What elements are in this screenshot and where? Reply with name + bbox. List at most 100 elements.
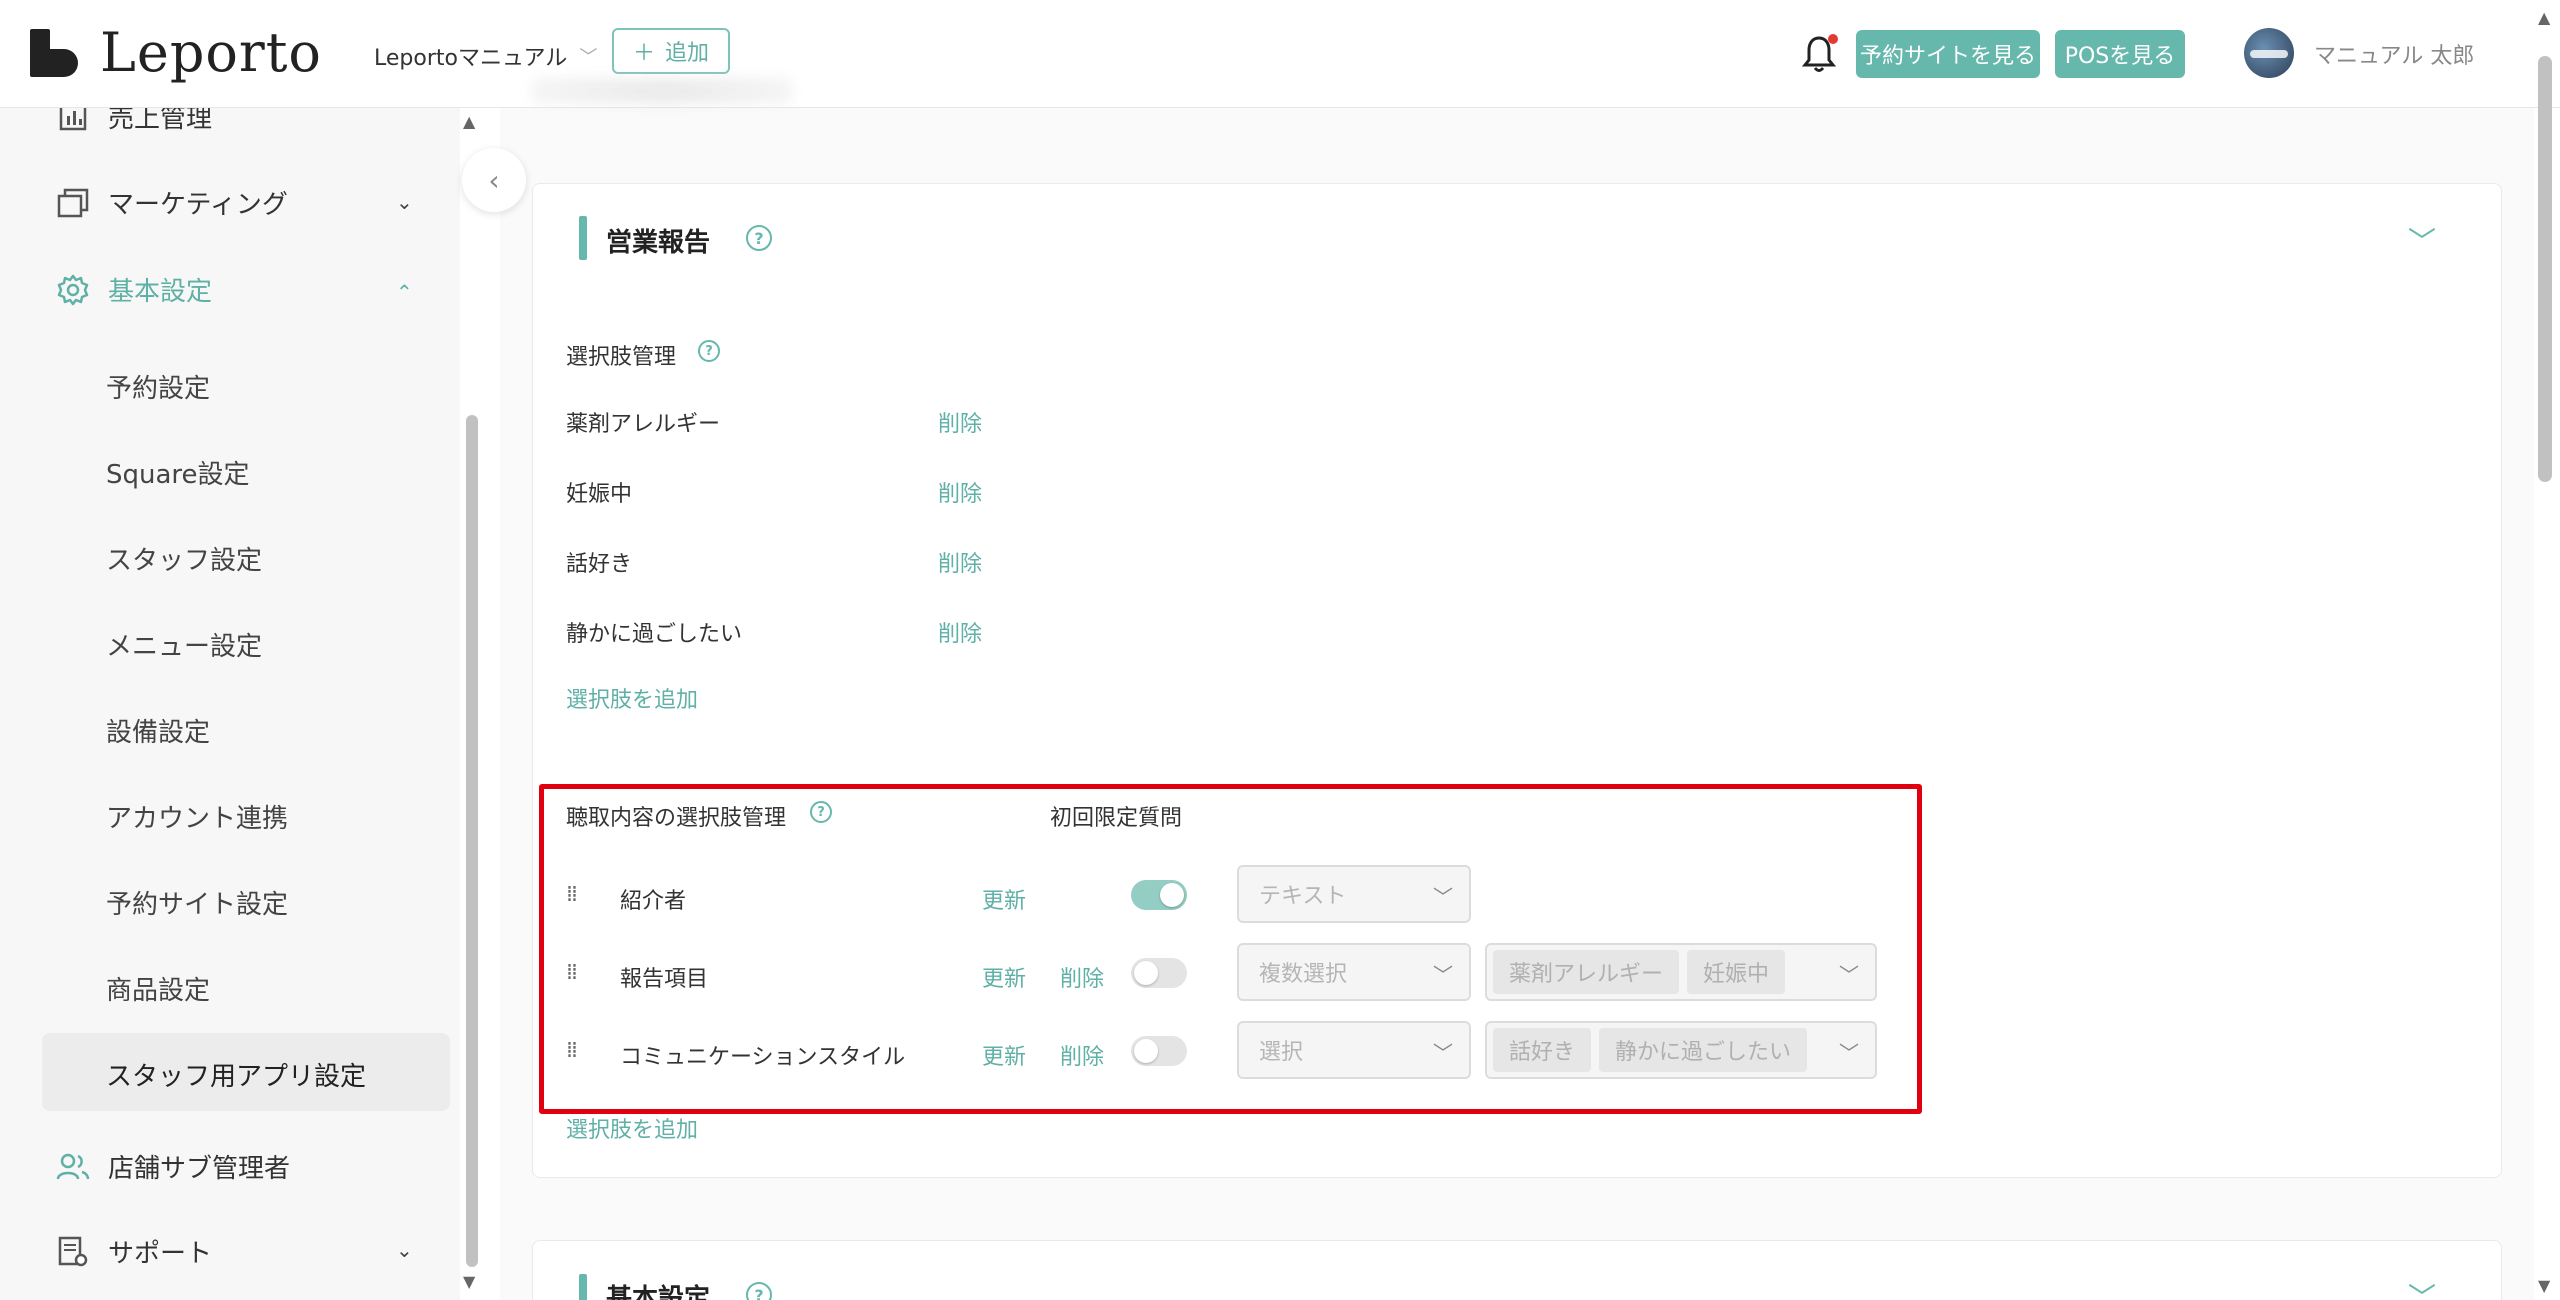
- store-name: Leportoマニュアル: [374, 46, 568, 71]
- question-type-select[interactable]: テキスト ﹀: [1237, 865, 1471, 923]
- scroll-down-arrow-icon[interactable]: ▼: [463, 1272, 475, 1291]
- chevron-down-icon: ﹀: [1839, 1041, 1859, 1065]
- sidebar-item-label: 基本設定: [108, 277, 213, 307]
- first-only-toggle[interactable]: [1131, 880, 1187, 910]
- delete-choice-link[interactable]: 削除: [938, 616, 982, 648]
- gear-icon: [56, 273, 90, 307]
- first-only-label: 初回限定質問: [1050, 806, 1183, 831]
- sidebar-sub-staff-app-settings[interactable]: スタッフ用アプリ設定: [106, 1056, 366, 1093]
- sidebar-item-sub-admins[interactable]: 店舗サブ管理者: [56, 1148, 290, 1185]
- users-icon: [56, 1150, 90, 1184]
- view-pos-button[interactable]: POSを見る: [2055, 30, 2185, 78]
- drag-handle-icon[interactable]: ⁞⁞: [566, 884, 578, 906]
- help-icon[interactable]: ?: [698, 340, 720, 362]
- chevron-down-icon: ﹀: [1839, 963, 1859, 987]
- toggle-knob: [1134, 1039, 1158, 1063]
- hearing-item-label: 紹介者: [620, 889, 687, 914]
- bell-icon[interactable]: [1801, 34, 1838, 74]
- sidebar-sub-equipment-settings[interactable]: 設備設定: [106, 712, 210, 749]
- chevron-down-icon[interactable]: ﹀: [2408, 220, 2436, 260]
- question-type-select[interactable]: 選択 ﹀: [1237, 1021, 1471, 1079]
- scroll-up-arrow-icon[interactable]: ▲: [463, 112, 475, 131]
- choice-tag: 静かに過ごしたい: [1599, 1028, 1808, 1072]
- section-title: 営業報告: [606, 228, 711, 258]
- chevron-down-icon[interactable]: ⌄: [396, 1238, 413, 1262]
- chevron-down-icon[interactable]: ﹀: [2408, 1276, 2436, 1300]
- user-name[interactable]: マニュアル 太郎: [2314, 38, 2474, 70]
- brand-logo[interactable]: Leporto: [30, 26, 322, 80]
- help-icon[interactable]: ?: [810, 801, 832, 823]
- drag-handle-icon[interactable]: ⁞⁞: [566, 1040, 578, 1062]
- add-hearing-choice-link[interactable]: 選択肢を追加: [566, 1112, 698, 1144]
- view-reservation-site-button[interactable]: 予約サイトを見る: [1856, 30, 2040, 78]
- page-scrollbar-thumb[interactable]: [2538, 56, 2552, 482]
- choice-tag: 妊娠中: [1687, 950, 1786, 994]
- sidebar-sub-menu-settings[interactable]: メニュー設定: [106, 626, 262, 663]
- choices-multiselect[interactable]: 話好き 静かに過ごしたい ﹀: [1485, 1021, 1877, 1079]
- hearing-item-label: 報告項目: [620, 967, 709, 992]
- document-settings-icon: [56, 1235, 90, 1269]
- choices-multiselect[interactable]: 薬剤アレルギー 妊娠中 ﹀: [1485, 943, 1877, 1001]
- sidebar-sub-account-link[interactable]: アカウント連携: [106, 798, 288, 835]
- choice-label: 話好き: [566, 552, 633, 577]
- toggle-knob: [1134, 961, 1158, 985]
- logo-text: Leporto: [100, 21, 322, 84]
- delete-link[interactable]: 削除: [1060, 1039, 1104, 1071]
- chevron-down-icon[interactable]: ⌄: [396, 190, 413, 214]
- chevron-down-icon: ﹀: [1433, 1041, 1453, 1065]
- delete-link[interactable]: 削除: [1060, 961, 1104, 993]
- scroll-up-arrow-icon[interactable]: ▲: [2538, 8, 2550, 27]
- help-icon[interactable]: ?: [746, 225, 772, 251]
- chevron-left-icon: ‹: [488, 163, 500, 197]
- sidebar-sub-square-settings[interactable]: Square設定: [106, 454, 250, 491]
- delete-choice-link[interactable]: 削除: [938, 546, 982, 578]
- scroll-down-arrow-icon[interactable]: ▼: [2538, 1276, 2550, 1295]
- add-choice-link[interactable]: 選択肢を追加: [566, 682, 698, 714]
- select-value: 複数選択: [1259, 962, 1348, 987]
- update-link[interactable]: 更新: [982, 1039, 1026, 1071]
- chevron-down-icon: ﹀: [1433, 963, 1453, 987]
- logo-mark-icon: [30, 29, 78, 77]
- sidebar-item-basic-settings[interactable]: 基本設定: [56, 271, 212, 308]
- sidebar-item-marketing[interactable]: マーケティング: [56, 184, 288, 221]
- sidebar-item-label: マーケティング: [108, 190, 288, 220]
- delete-choice-link[interactable]: 削除: [938, 406, 982, 438]
- notification-dot: [1828, 34, 1838, 44]
- update-link[interactable]: 更新: [982, 961, 1026, 993]
- first-only-toggle[interactable]: [1131, 1036, 1187, 1066]
- add-button-label: 追加: [665, 41, 710, 66]
- toggle-knob: [1160, 883, 1184, 907]
- question-type-select[interactable]: 複数選択 ﹀: [1237, 943, 1471, 1001]
- update-link[interactable]: 更新: [982, 883, 1026, 915]
- sidebar-sub-product-settings[interactable]: 商品設定: [106, 970, 210, 1007]
- collapse-sidebar-button[interactable]: ‹: [462, 148, 526, 212]
- sidebar-sub-reservation-settings[interactable]: 予約設定: [106, 368, 210, 405]
- section-accent-bar: [579, 216, 587, 260]
- chevron-up-icon[interactable]: ⌃: [396, 280, 413, 304]
- hearing-choices-label: 聴取内容の選択肢管理: [566, 806, 787, 831]
- store-selector[interactable]: Leportoマニュアル ﹀: [374, 40, 597, 72]
- basic-settings-card: [532, 1240, 2502, 1300]
- choice-label: 薬剤アレルギー: [566, 412, 721, 437]
- choice-label: 静かに過ごしたい: [566, 622, 743, 647]
- sidebar-item-label: サポート: [108, 1239, 213, 1269]
- first-only-toggle[interactable]: [1131, 958, 1187, 988]
- sidebar-item-support[interactable]: サポート: [56, 1233, 212, 1270]
- drag-handle-icon[interactable]: ⁞⁞: [566, 962, 578, 984]
- section-title: 基本設定: [606, 1284, 711, 1300]
- sidebar-sub-reservation-site-settings[interactable]: 予約サイト設定: [106, 884, 288, 921]
- chevron-down-icon: ﹀: [579, 47, 598, 68]
- sidebar-sub-staff-settings[interactable]: スタッフ設定: [106, 540, 262, 577]
- avatar[interactable]: [2244, 28, 2294, 78]
- add-button[interactable]: ＋ 追加: [612, 28, 730, 74]
- sidebar-item-label: 店舗サブ管理者: [108, 1154, 291, 1184]
- plus-icon: ＋: [632, 41, 655, 66]
- windows-icon: [56, 186, 90, 220]
- choice-tag: 話好き: [1493, 1028, 1592, 1072]
- select-value: 選択: [1259, 1040, 1304, 1065]
- hearing-item-label: コミュニケーションスタイル: [620, 1045, 906, 1070]
- delete-choice-link[interactable]: 削除: [938, 476, 982, 508]
- chevron-down-icon: ﹀: [1433, 885, 1453, 909]
- choices-label: 選択肢管理: [566, 345, 677, 370]
- sidebar-scrollbar-thumb[interactable]: [466, 415, 478, 1267]
